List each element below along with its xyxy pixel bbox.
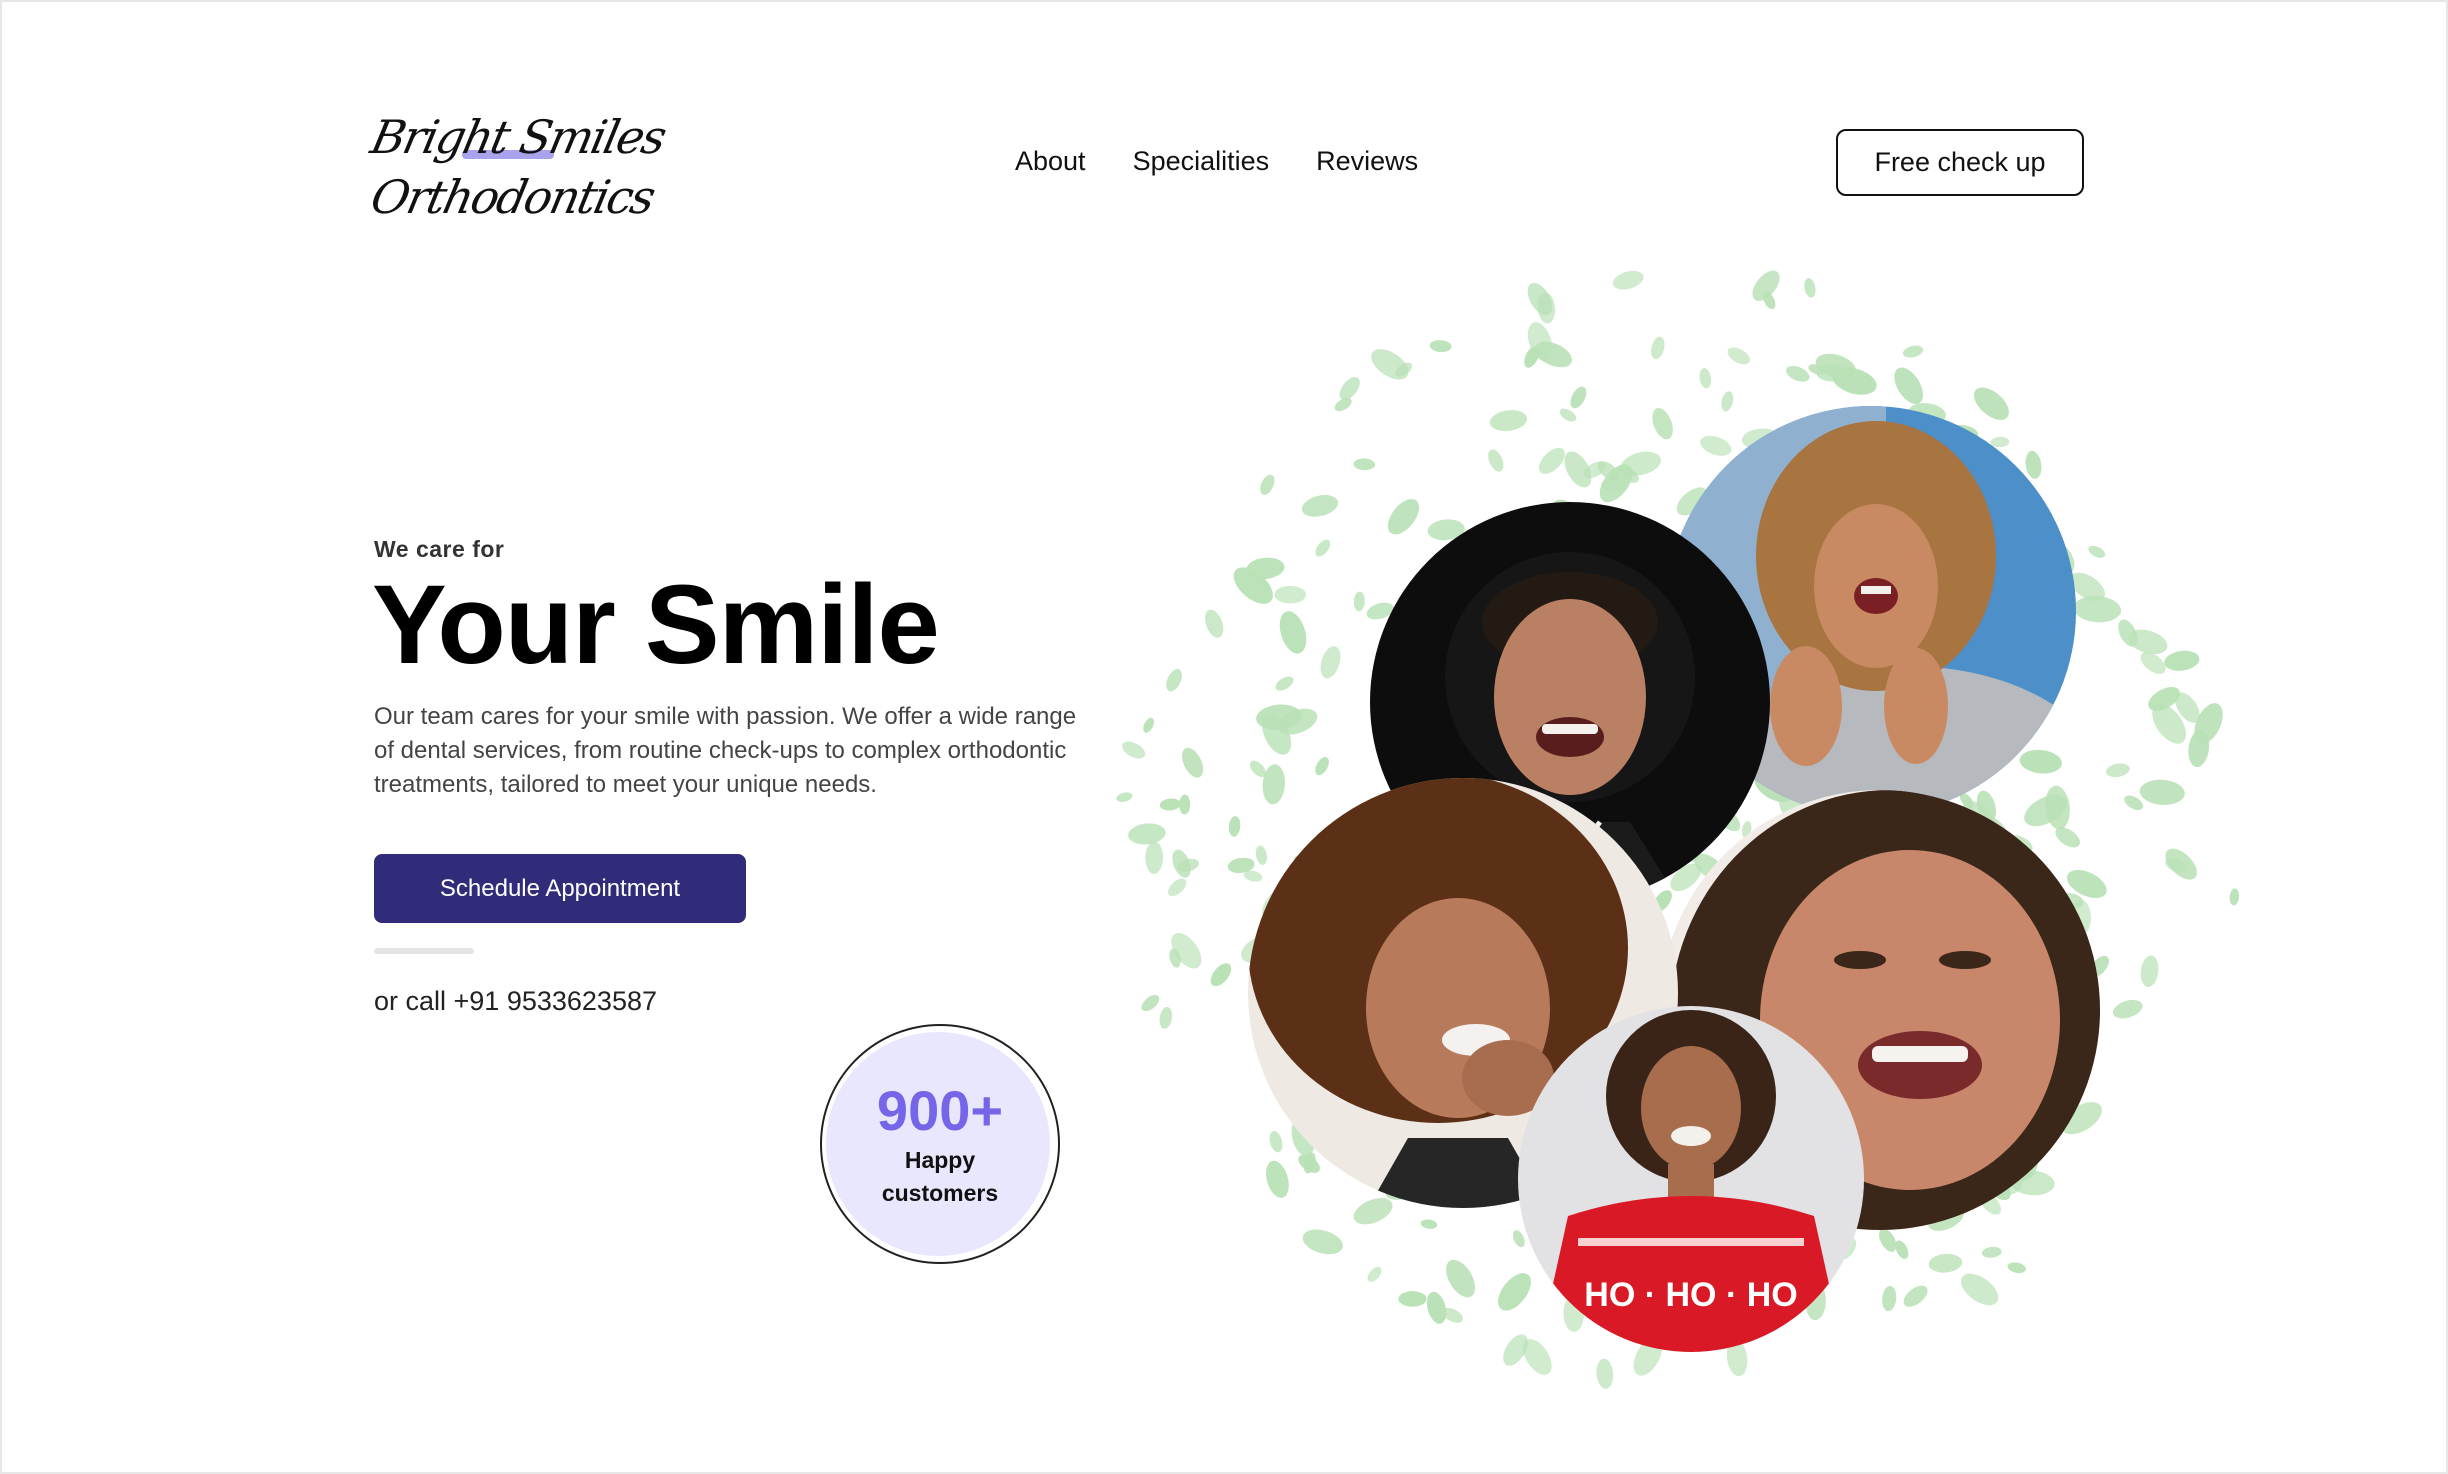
badge-label: Happy customers: [822, 1144, 1058, 1210]
badge-number: 900+: [876, 1079, 1004, 1142]
leaf: [1143, 717, 1154, 733]
leaf: [2164, 650, 2200, 671]
leaf: [1512, 1230, 1525, 1248]
leaf: [1320, 646, 1341, 679]
leaf: [1903, 1285, 1928, 1307]
leaf: [1570, 386, 1587, 409]
logo-line-1: Bright Smiles: [366, 110, 670, 164]
leaf: [1159, 798, 1181, 811]
schedule-appointment-button[interactable]: Schedule Appointment: [374, 854, 746, 923]
leaf: [1902, 345, 1924, 358]
leaf: [1894, 367, 1924, 405]
leaf: [1302, 1229, 1343, 1255]
leaf: [1488, 449, 1504, 472]
free-checkup-button[interactable]: Free check up: [1836, 129, 2084, 196]
leaf: [2105, 763, 2130, 778]
leaf: [1928, 1253, 1963, 1273]
leaf: [1228, 816, 1241, 837]
nav-reviews[interactable]: Reviews: [1316, 146, 1418, 177]
main-nav: About Specialities Reviews: [1015, 146, 1418, 177]
leaf: [1498, 1273, 1531, 1311]
leaf: [1210, 963, 1232, 987]
nav-specialities[interactable]: Specialities: [1133, 146, 1270, 177]
leaf: [1816, 364, 1848, 382]
logo-line-2: Orthodontics: [366, 170, 659, 224]
leaf: [1596, 1358, 1614, 1389]
leaf: [2140, 955, 2159, 988]
leaf: [1420, 1219, 1438, 1229]
hero-title: Your Smile: [372, 562, 940, 687]
photo-woman-red-sweater: HO · HO · HO: [1518, 1006, 1864, 1352]
leaf: [1166, 668, 1182, 692]
badge-label-line1: Happy: [904, 1147, 976, 1173]
leaf: [1538, 447, 1565, 474]
leaf: [1652, 408, 1673, 440]
leaf: [1182, 747, 1204, 778]
leaf: [1700, 435, 1732, 456]
leaf: [1167, 878, 1187, 897]
leaf: [1727, 347, 1751, 365]
leaf: [1960, 1273, 1999, 1306]
leaf: [1116, 792, 1133, 802]
happy-customers-badge: 900+ Happy customers: [820, 1024, 1060, 1264]
leaf: [1128, 823, 1166, 845]
leaf: [1387, 498, 1420, 535]
leaf: [2112, 999, 2143, 1019]
leaf: [2007, 1262, 2026, 1274]
leaf: [1367, 1266, 1382, 1282]
leaf: [1804, 278, 1816, 298]
badge-label-line2: customers: [881, 1180, 999, 1206]
leaf: [1882, 1285, 1897, 1312]
leaf: [1559, 408, 1577, 422]
leaf: [1122, 741, 1146, 759]
leaf: [1266, 1160, 1289, 1198]
leaf: [1426, 1291, 1447, 1324]
leaf: [1159, 1006, 1173, 1029]
nav-about[interactable]: About: [1015, 146, 1086, 177]
hero-eyebrow: We care for: [374, 536, 505, 562]
photo-collage: HO · HO · HO: [1100, 270, 2300, 1420]
leaf: [1255, 845, 1268, 865]
leaf: [1275, 676, 1294, 691]
hero-description: Our team cares for your smile with passi…: [374, 703, 1077, 798]
leaf: [1353, 591, 1365, 612]
leaf: [1141, 995, 1160, 1012]
leaf: [2229, 888, 2240, 906]
leaf: [1179, 794, 1191, 815]
leaf: [1785, 365, 1810, 382]
leaf: [1489, 410, 1528, 432]
leaf: [1699, 368, 1712, 389]
call-text: or call +91 9533623587: [374, 986, 657, 1016]
leaf: [1398, 1291, 1427, 1307]
leaf: [1260, 474, 1275, 495]
leaf: [1721, 391, 1734, 412]
leaf: [1301, 495, 1339, 517]
leaf: [1353, 458, 1376, 471]
sweater-text: HO · HO · HO: [1584, 1276, 1797, 1314]
leaf: [1651, 336, 1665, 360]
leaf: [1279, 611, 1307, 654]
leaf: [1269, 1131, 1283, 1153]
leaf: [1981, 1246, 2002, 1258]
leaf: [2139, 779, 2185, 805]
leaf: [1429, 340, 1452, 353]
leaf: [1145, 841, 1164, 874]
leaf: [1315, 539, 1331, 557]
leaf: [1315, 757, 1329, 776]
divider: [374, 948, 474, 954]
leaf: [2025, 450, 2042, 479]
leaf: [1973, 387, 2009, 420]
logo[interactable]: Bright Smiles Orthodontics: [366, 106, 670, 236]
leaf: [2088, 545, 2106, 558]
leaf: [1205, 609, 1224, 638]
leaf: [2019, 749, 2062, 774]
leaf: [1612, 270, 1644, 290]
leaf: [1446, 1259, 1476, 1298]
leaf: [1274, 586, 1307, 604]
